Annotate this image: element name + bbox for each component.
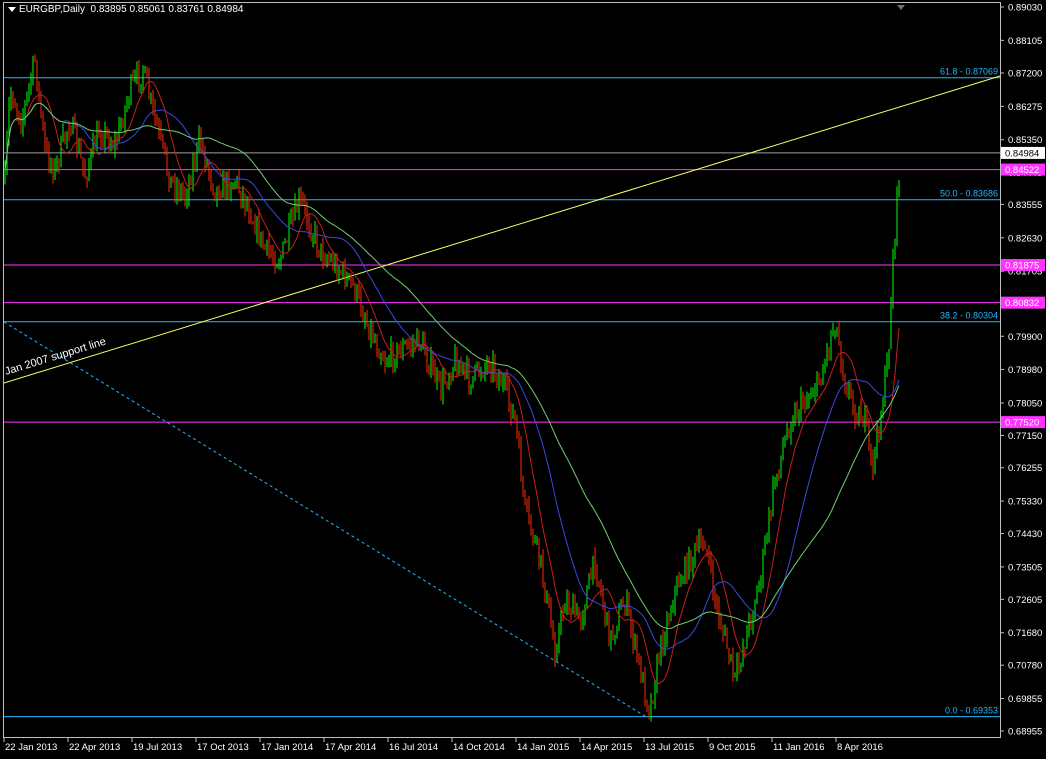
price-axis-label: 0.86275: [1008, 102, 1042, 113]
price-tag-label: 0.81875: [1005, 261, 1039, 272]
price-axis-label: 0.82630: [1008, 233, 1042, 244]
fib-level-label: 0.0 - 0.69353: [945, 706, 998, 716]
price-axis-label: 0.78980: [1008, 365, 1042, 376]
chart-shift-icon: [897, 5, 905, 10]
date-axis-label: 13 Jul 2015: [645, 742, 694, 753]
date-axis-label: 9 Oct 2015: [709, 742, 755, 753]
price-axis-label: 0.89030: [1008, 3, 1042, 14]
price-axis-label: 0.88105: [1008, 36, 1042, 47]
date-axis-label: 17 Apr 2014: [325, 742, 376, 753]
date-axis-label: 14 Apr 2015: [581, 742, 632, 753]
fib-level-label: 50.0 - 0.83686: [940, 189, 998, 199]
date-axis-label: 16 Jul 2014: [389, 742, 438, 753]
price-axis-label: 0.72605: [1008, 595, 1042, 606]
price-tag-label: 0.77520: [1005, 418, 1039, 429]
price-axis-label: 0.76255: [1008, 463, 1042, 474]
support-trendline: [3, 75, 1001, 384]
price-axis-label: 0.69855: [1008, 694, 1042, 705]
price-axis-label: 0.70780: [1008, 661, 1042, 672]
price-axis-label: 0.68955: [1008, 727, 1042, 738]
price-axis-label: 0.75330: [1008, 497, 1042, 508]
date-axis-label: 14 Oct 2014: [453, 742, 505, 753]
date-axis-label: 22 Jan 2013: [5, 742, 57, 753]
fib-level-label: 61.8 - 0.87069: [940, 67, 998, 77]
date-axis-label: 11 Jan 2016: [773, 742, 825, 753]
price-axis-label: 0.71680: [1008, 628, 1042, 639]
price-axis-label: 0.73505: [1008, 562, 1042, 573]
date-axis-label: 22 Apr 2013: [69, 742, 120, 753]
price-axis-label: 0.77150: [1008, 431, 1042, 442]
dashed-trendline: [3, 321, 649, 719]
date-axis-label: 17 Oct 2013: [197, 742, 249, 753]
price-axis-label: 0.85350: [1008, 135, 1042, 146]
price-tag-label: 0.80832: [1005, 298, 1039, 309]
price-axis-label: 0.74430: [1008, 529, 1042, 540]
date-axis-label: 14 Jan 2015: [517, 742, 569, 753]
date-axis-label: 19 Jul 2013: [133, 742, 182, 753]
price-axis-label: 0.78050: [1008, 398, 1042, 409]
price-axis-label: 0.79900: [1008, 332, 1042, 343]
current-price-label: 0.84984: [1005, 148, 1039, 159]
price-chart[interactable]: 61.8 - 0.87069 50.0 - 0.83686 38.2 - 0.803…: [0, 0, 1046, 759]
price-axis-label: 0.83555: [1008, 200, 1042, 211]
trendline-label: Jan 2007 support line: [3, 336, 107, 378]
price-axis-label: 0.87200: [1008, 68, 1042, 79]
date-axis-label: 8 Apr 2016: [837, 742, 883, 753]
ma-fast-line: [4, 81, 900, 685]
date-axis-label: 17 Jan 2014: [261, 742, 313, 753]
price-tag-label: 0.84522: [1005, 165, 1039, 176]
fib-level-label: 38.2 - 0.80304: [940, 311, 998, 321]
ma-medium-line: [4, 102, 900, 650]
